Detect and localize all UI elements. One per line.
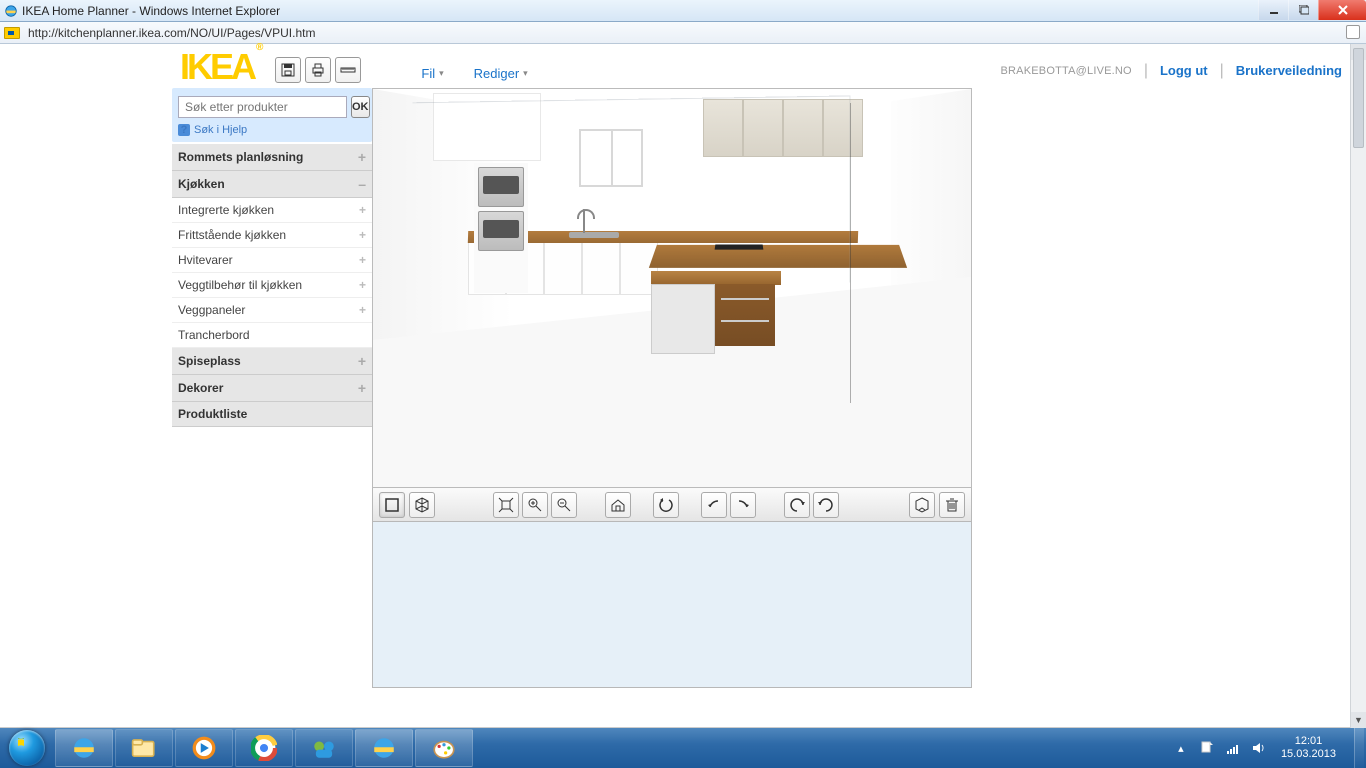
expand-icon: + [359,228,366,242]
chevron-down-icon: ▾ [523,68,528,79]
help-search-link[interactable]: ? Søk i Hjelp [178,124,366,136]
rotate-right-button[interactable] [813,492,839,518]
favicon-icon [4,27,20,39]
page-icon[interactable] [1346,25,1360,39]
expand-icon: + [359,278,366,292]
collapse-icon: – [358,176,366,192]
minimize-button[interactable] [1258,0,1288,20]
measure-button[interactable] [335,57,361,83]
bottom-panel [372,522,972,688]
expand-icon: + [358,353,366,369]
kitchen-render [373,89,971,487]
address-bar: http://kitchenplanner.ikea.com/NO/UI/Pag… [0,22,1366,44]
sidebar-item-kitchen[interactable]: Kjøkken– [172,171,372,198]
user-email: BRAKEBOTTA@LIVE.NO [1001,65,1132,77]
browser-scrollbar[interactable]: ▲ ▼ [1350,44,1366,728]
taskbar-paint[interactable] [415,729,473,767]
rotate-left-button[interactable] [784,492,810,518]
clock-time: 12:01 [1281,735,1336,748]
expand-icon: + [359,203,366,217]
taskbar-messenger[interactable] [295,729,353,767]
volume-icon[interactable] [1251,740,1267,756]
app-body: IKEA® Fil▾ Rediger▾ BRAKEBOTTA@LIVE.NO |… [0,44,1350,728]
camera-home-button[interactable] [605,492,631,518]
expand-icon: + [359,303,366,317]
zoom-fit-button[interactable] [493,492,519,518]
file-menu[interactable]: Fil▾ [421,66,443,81]
save-button[interactable] [275,57,301,83]
window-title: IKEA Home Planner - Windows Internet Exp… [22,4,280,18]
sidebar-sub-appliances[interactable]: Hvitevarer+ [172,248,372,273]
window-titlebar: IKEA Home Planner - Windows Internet Exp… [0,0,1366,22]
guide-link[interactable]: Brukerveiledning [1236,63,1342,78]
sidebar-sub-wallacc[interactable]: Veggtilbehør til kjøkken+ [172,273,372,298]
taskbar-ie[interactable] [55,729,113,767]
show-desktop-button[interactable] [1354,728,1364,768]
scroll-down-icon[interactable]: ▼ [1351,712,1366,728]
url-text[interactable]: http://kitchenplanner.ikea.com/NO/UI/Pag… [28,26,315,40]
sidebar-sub-integrated[interactable]: Integrerte kjøkken+ [172,198,372,223]
canvas-toolbar [372,488,972,522]
left-margin [0,44,172,727]
expand-icon: + [359,253,366,267]
undo-button[interactable] [653,492,679,518]
sidebar-item-prodlist[interactable]: Produktliste [172,402,372,427]
scrollbar-thumb[interactable] [1353,48,1364,148]
sidebar-item-room[interactable]: Rommets planløsning+ [172,144,372,171]
system-tray: ▴ 12:01 15.03.2013 [1171,728,1366,768]
delete-button[interactable] [939,492,965,518]
clock-date: 15.03.2013 [1281,748,1336,761]
sidebar-item-decorate[interactable]: Dekorer+ [172,375,372,402]
help-search-label: Søk i Hjelp [194,124,247,136]
expand-icon: + [358,380,366,396]
taskbar-chrome[interactable] [235,729,293,767]
action-center-icon[interactable] [1199,740,1215,756]
ie-icon [4,4,18,18]
close-button[interactable] [1318,0,1366,20]
zoom-in-button[interactable] [522,492,548,518]
view-3d-button[interactable] [409,492,435,518]
logout-link[interactable]: Logg ut [1160,63,1208,78]
app-header: IKEA® Fil▾ Rediger▾ BRAKEBOTTA@LIVE.NO |… [172,44,1350,88]
pan-left-button[interactable] [701,492,727,518]
edit-menu[interactable]: Rediger▾ [474,66,528,81]
sidebar: OK ? Søk i Hjelp Rommets planløsning+ Kj… [172,88,372,690]
pan-right-button[interactable] [730,492,756,518]
chevron-down-icon: ▾ [439,68,444,79]
help-icon: ? [178,124,190,136]
search-panel: OK ? Søk i Hjelp [172,88,372,142]
taskbar: ▴ 12:01 15.03.2013 [0,728,1366,768]
windows-logo-icon [9,730,45,766]
duplicate-button[interactable] [909,492,935,518]
3d-canvas[interactable] [372,88,972,488]
sidebar-sub-cutting[interactable]: Trancherbord [172,323,372,348]
sidebar-sub-freestanding[interactable]: Frittstående kjøkken+ [172,223,372,248]
search-input[interactable] [178,96,347,118]
sidebar-item-dining[interactable]: Spiseplass+ [172,348,372,375]
taskbar-clock[interactable]: 12:01 15.03.2013 [1277,731,1344,765]
zoom-out-button[interactable] [551,492,577,518]
tray-up-icon[interactable]: ▴ [1173,740,1189,756]
network-icon[interactable] [1225,740,1241,756]
search-ok-button[interactable]: OK [351,96,370,118]
view-2d-button[interactable] [379,492,405,518]
ikea-logo: IKEA® [180,49,261,85]
print-button[interactable] [305,57,331,83]
canvas-right-space [972,88,1350,488]
maximize-button[interactable] [1288,0,1318,20]
start-button[interactable] [0,728,54,768]
taskbar-ie-2[interactable] [355,729,413,767]
taskbar-explorer[interactable] [115,729,173,767]
taskbar-mediaplayer[interactable] [175,729,233,767]
sidebar-sub-wallpanels[interactable]: Veggpaneler+ [172,298,372,323]
expand-icon: + [358,149,366,165]
